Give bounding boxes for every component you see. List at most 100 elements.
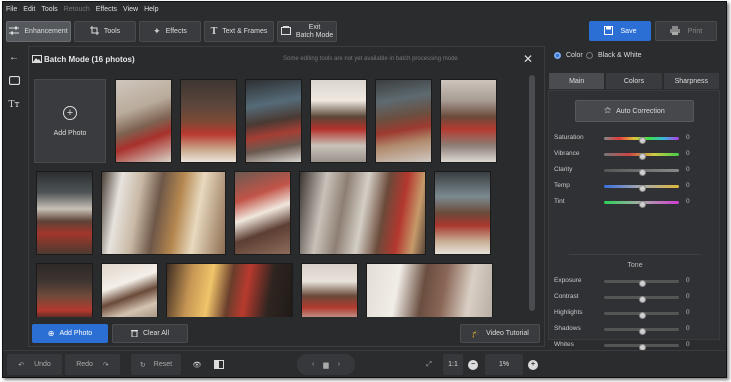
slider-track[interactable] (604, 312, 679, 319)
tab-colors[interactable]: Colors (605, 72, 663, 90)
reset-button[interactable]: ↻ Reset (131, 354, 181, 375)
slider-track[interactable] (604, 169, 679, 176)
tab-sharpness[interactable]: Sharpness (662, 72, 720, 90)
slider-knob[interactable] (638, 201, 646, 208)
menu-tools[interactable]: Tools (41, 6, 57, 13)
slider-knob[interactable] (638, 137, 646, 144)
slider-track[interactable] (604, 280, 679, 287)
slider-clarity[interactable]: Clarity 0 (554, 165, 719, 176)
add-photo-button[interactable]: ⊕ Add Photo (32, 324, 108, 343)
chevron-left-icon[interactable]: ‹ (312, 361, 314, 368)
photo-thumbnail[interactable] (234, 171, 291, 255)
photo-thumbnail[interactable] (36, 263, 93, 317)
folder-icon[interactable]: ▆ (323, 361, 328, 369)
undo-button[interactable]: ↶ Undo (7, 354, 62, 375)
photo-thumbnail[interactable] (36, 171, 93, 255)
eye-icon[interactable]: 👁 (189, 354, 205, 375)
slider-contrast[interactable]: Contrast 0 (554, 292, 719, 303)
photo-thumbnail[interactable] (375, 79, 432, 163)
zoom-out-icon[interactable]: − (466, 354, 480, 375)
frame-icon[interactable] (7, 75, 21, 90)
slider-vibrance[interactable]: Vibrance 0 (554, 149, 719, 160)
slider-knob[interactable] (638, 296, 646, 303)
redo-button[interactable]: Redo ↷ (65, 354, 120, 375)
fit-screen-icon[interactable]: ⤢ (421, 354, 437, 375)
add-photo-label: Add Photo (59, 330, 93, 337)
zoom-percent-field[interactable]: 1% (485, 354, 523, 375)
menu-file[interactable]: File (6, 6, 17, 13)
print-button[interactable]: Print (655, 21, 717, 41)
app-window: File Edit Tools Retouch Effects View Hel… (2, 1, 727, 378)
slider-temp[interactable]: Temp 0 (554, 181, 719, 192)
save-button[interactable]: Save (589, 21, 651, 41)
effects-tab[interactable]: ✦ Effects (139, 21, 201, 42)
slider-knob[interactable] (638, 169, 646, 176)
photo-thumbnail[interactable] (101, 171, 226, 255)
auto-correction-button[interactable]: ⚝ Auto Correction (575, 100, 694, 122)
slider-label: Highlights (554, 309, 583, 316)
close-icon[interactable]: ✕ (523, 52, 533, 66)
slider-knob[interactable] (638, 312, 646, 319)
tools-tab[interactable]: Tools (74, 21, 136, 42)
slider-track[interactable] (604, 153, 679, 160)
photo-thumbnail[interactable] (245, 79, 302, 163)
navigation-controls: ‹ ▆ › (297, 354, 355, 375)
add-photo-tile[interactable]: + Add Photo (34, 79, 106, 163)
slider-highlights[interactable]: Highlights 0 (554, 308, 719, 319)
text-size-icon[interactable]: Tт (7, 98, 21, 112)
menu-effects[interactable]: Effects (96, 6, 117, 13)
video-tutorial-button[interactable]: 🎓 Video Tutorial (460, 324, 540, 343)
tab-main[interactable]: Main (548, 72, 606, 90)
slider-knob[interactable] (638, 153, 646, 160)
slider-saturation[interactable]: Saturation 0 (554, 133, 719, 144)
effects-label: Effects (165, 28, 187, 35)
photo-thumbnail[interactable] (101, 263, 158, 317)
slider-tint[interactable]: Tint 0 (554, 197, 719, 208)
text-frames-label: Text & Frames (222, 28, 268, 35)
text-frames-tab[interactable]: T Text & Frames (204, 21, 274, 42)
chevron-right-icon[interactable]: › (338, 361, 340, 368)
zoom-ratio-button[interactable]: 1:1 (443, 354, 463, 375)
photo-thumbnail[interactable] (366, 263, 493, 317)
menu-help[interactable]: Help (144, 6, 158, 13)
sliders-icon (9, 26, 20, 37)
exit-batch-mode-button[interactable]: Exit Batch Mode (277, 21, 337, 42)
slider-track[interactable] (604, 328, 679, 335)
slider-track[interactable] (604, 185, 679, 192)
adjustment-tabs: Main Colors Sharpness (548, 72, 720, 90)
compare-icon[interactable] (211, 354, 227, 375)
slider-track[interactable] (604, 201, 679, 208)
photo-thumbnail[interactable] (310, 79, 367, 163)
menu-edit[interactable]: Edit (23, 6, 35, 13)
adjustments-panel: Color Black & White Main Colors Sharpnes… (548, 46, 726, 367)
auto-correction-label: Auto Correction (616, 107, 665, 115)
back-arrow-icon[interactable]: ← (7, 51, 21, 65)
zoom-in-icon[interactable]: + (526, 354, 540, 375)
slider-label: Shadows (554, 325, 581, 332)
photo-thumbnail[interactable] (434, 171, 491, 255)
bw-radio[interactable]: Black & White (586, 49, 642, 61)
save-label: Save (620, 27, 637, 35)
slider-whites[interactable]: Whites 0 (554, 340, 719, 351)
enhancement-tab[interactable]: Enhancement (6, 21, 71, 42)
slider-track[interactable] (604, 296, 679, 303)
clear-all-button[interactable]: Clear All (112, 324, 188, 343)
photo-thumbnail[interactable] (301, 263, 358, 317)
slider-knob[interactable] (638, 280, 646, 287)
slider-track[interactable] (604, 344, 679, 351)
photo-thumbnail[interactable] (180, 79, 237, 163)
slider-knob[interactable] (638, 185, 646, 192)
color-radio[interactable]: Color (554, 49, 583, 61)
menu-view[interactable]: View (123, 6, 138, 13)
grid-scrollbar[interactable] (529, 75, 535, 311)
photo-thumbnail[interactable] (166, 263, 293, 317)
slider-exposure[interactable]: Exposure 0 (554, 276, 719, 287)
text-icon: T (210, 26, 218, 37)
slider-track[interactable] (604, 137, 679, 144)
photo-thumbnail[interactable] (115, 79, 172, 163)
scrollbar-thumb[interactable] (529, 75, 535, 311)
photo-thumbnail[interactable] (440, 79, 497, 163)
slider-knob[interactable] (638, 328, 646, 335)
slider-shadows[interactable]: Shadows 0 (554, 324, 719, 335)
photo-thumbnail[interactable] (299, 171, 426, 255)
